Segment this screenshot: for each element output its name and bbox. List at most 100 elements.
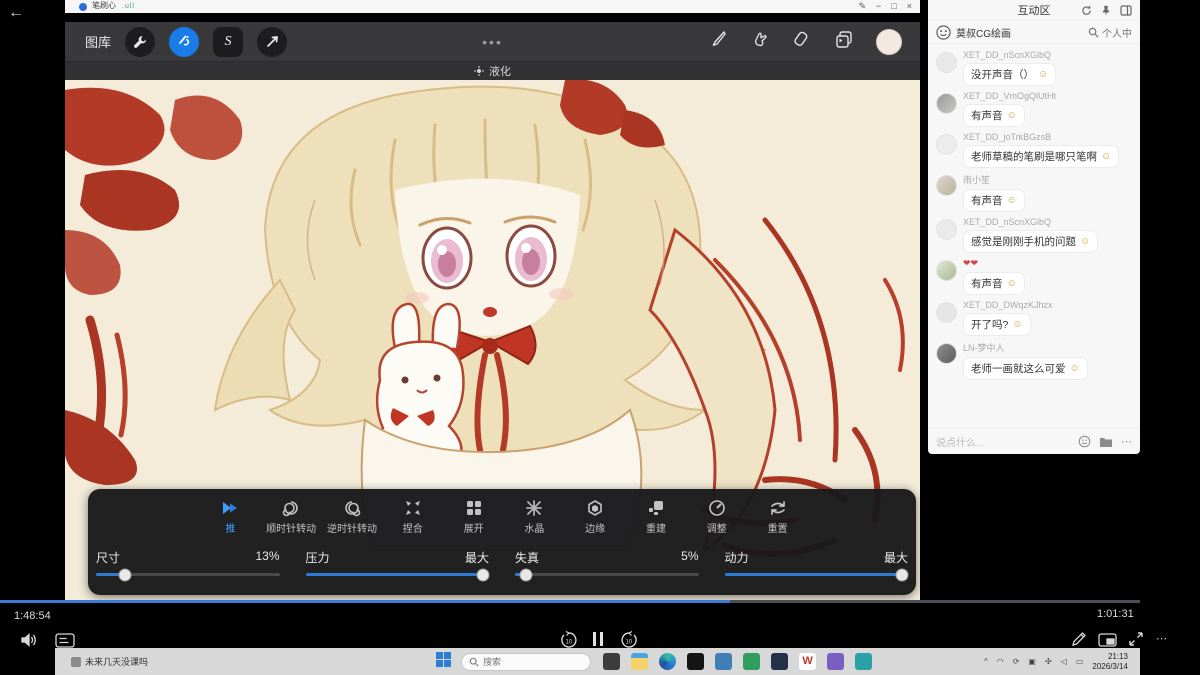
avatar[interactable] <box>936 343 957 364</box>
emoji-icon: ☺ <box>1012 319 1022 330</box>
mode-label: 液化 <box>489 63 511 79</box>
player-more-icon[interactable]: ⋯ <box>1156 632 1167 645</box>
avatar[interactable] <box>936 134 957 155</box>
back-arrow-icon[interactable]: ← <box>8 4 24 22</box>
color-swatch[interactable] <box>876 29 902 55</box>
slider-label: 尺寸 <box>96 549 120 566</box>
purple-app-icon[interactable] <box>827 653 844 670</box>
profile-link[interactable]: 个人中 <box>1102 25 1132 40</box>
tray-shield-icon[interactable]: ▣ <box>1028 657 1036 666</box>
chat-message: XET_DD_DWqzKJhzx开了吗?☺ <box>936 300 1132 336</box>
chat-message-list[interactable]: XET_DD_nScnXGlbQ没开声音（）☺ XET_DD_VmOgQlUtH… <box>928 44 1140 428</box>
task-view-icon[interactable] <box>603 653 620 670</box>
tray-expand-icon[interactable]: ^ <box>984 657 988 666</box>
channel-row: 莫叔CG绘画 个人中 <box>928 21 1140 44</box>
app-logo-icon <box>79 3 87 11</box>
taskbar-search-input[interactable]: 搜索 <box>461 653 591 671</box>
actions-wrench-icon[interactable] <box>125 27 155 57</box>
teal-app-icon[interactable] <box>855 653 872 670</box>
black-app-icon[interactable] <box>687 653 704 670</box>
video-progress-bar[interactable] <box>0 600 1140 603</box>
refresh-icon[interactable] <box>1081 5 1092 16</box>
tray-update-icon[interactable]: ⟳ <box>1013 657 1020 666</box>
minimize-button[interactable]: − <box>876 1 881 12</box>
chat-message: XET_DD_VmOgQlUtHt有声音☺ <box>936 91 1132 127</box>
slider-value: 13% <box>255 549 279 566</box>
slider-distortion: 失真5% <box>515 549 699 576</box>
chat-more-icon[interactable]: ⋯ <box>1121 435 1132 448</box>
selection-icon[interactable]: S <box>213 27 243 57</box>
slider-track[interactable] <box>515 573 699 576</box>
toolbar-more-icon[interactable]: ••• <box>482 34 503 50</box>
liquify-tool-push[interactable]: 推 <box>200 499 261 535</box>
taskbar-clock[interactable]: 21:13 2026/3/14 <box>1092 652 1128 672</box>
edge-hexagon-icon <box>586 499 604 517</box>
liquify-tool-cw[interactable]: 顺时针转动 <box>261 499 322 535</box>
maximize-button[interactable]: □ <box>891 1 896 12</box>
mode-icon <box>474 66 484 76</box>
slider-track[interactable] <box>96 573 280 576</box>
tray-bluetooth-icon[interactable]: ✣ <box>1045 657 1052 666</box>
chat-message: LN-梦中人老师一画就这么可爱☺ <box>936 341 1132 380</box>
paint-app-toolbar: 图库 S ••• <box>65 22 920 62</box>
tray-battery-icon[interactable]: ▭ <box>1076 657 1084 666</box>
chat-header: 互动区 <box>928 0 1140 21</box>
liquify-mode-banner: 液化 <box>65 62 920 80</box>
avatar[interactable] <box>936 302 957 323</box>
chat-message: ❤❤有声音☺ <box>936 258 1132 295</box>
slider-thumb[interactable] <box>520 568 533 581</box>
blue-app-icon[interactable] <box>715 653 732 670</box>
volume-icon[interactable] <box>20 632 38 653</box>
brush-icon[interactable] <box>708 29 728 54</box>
liquify-tool-crystal[interactable]: 水晶 <box>504 499 565 535</box>
liquify-tool-edge[interactable]: 边缘 <box>565 499 626 535</box>
liquify-tool-adjust[interactable]: 调整 <box>686 499 747 535</box>
gallery-button[interactable]: 图库 <box>85 32 111 51</box>
wps-app-icon[interactable]: W <box>799 653 816 670</box>
slider-label: 压力 <box>306 549 330 566</box>
pin-icon[interactable] <box>1101 5 1111 16</box>
emoji-picker-icon[interactable] <box>1078 435 1091 448</box>
tray-network-icon[interactable]: ◠ <box>997 657 1004 666</box>
slider-thumb[interactable] <box>896 568 909 581</box>
pause-button[interactable] <box>593 632 603 646</box>
layers-icon[interactable] <box>834 29 854 54</box>
slider-thumb[interactable] <box>119 568 132 581</box>
avatar[interactable] <box>936 260 957 281</box>
avatar[interactable] <box>936 219 957 240</box>
slider-track[interactable] <box>306 573 490 576</box>
chat-input[interactable]: 说点什么... <box>936 434 1070 449</box>
slider-value: 最大 <box>465 549 489 566</box>
edge-browser-icon[interactable] <box>659 653 676 670</box>
folder-icon[interactable] <box>1099 436 1113 448</box>
file-explorer-icon[interactable] <box>631 653 648 670</box>
eraser-icon[interactable] <box>792 29 812 54</box>
slider-track[interactable] <box>725 573 909 576</box>
adjustments-wand-icon[interactable] <box>169 27 199 57</box>
slider-thumb[interactable] <box>477 568 490 581</box>
avatar[interactable] <box>936 52 957 73</box>
panel-layout-icon[interactable] <box>1120 5 1132 16</box>
dark-app-icon[interactable] <box>771 653 788 670</box>
smudge-icon[interactable] <box>750 29 770 54</box>
avatar[interactable] <box>936 93 957 114</box>
liquify-tool-reconstruct[interactable]: 重建 <box>626 499 687 535</box>
liquify-tool-reset[interactable]: 重置 <box>747 499 808 535</box>
slider-size: 尺寸 13% <box>96 549 280 576</box>
start-button[interactable] <box>436 652 451 672</box>
liquify-tool-ccw[interactable]: 逆时针转动 <box>322 499 383 535</box>
avatar[interactable] <box>936 175 957 196</box>
remaining-time: 1:01:31 <box>1097 608 1134 620</box>
windows-taskbar: 未来几天没课吗 搜索 W ^ ◠ ⟳ ▣ ✣ ◁ ▭ <box>55 648 1140 675</box>
liquify-tool-pinch[interactable]: 捏合 <box>382 499 443 535</box>
green-app-icon[interactable] <box>743 653 760 670</box>
close-button[interactable]: × <box>907 1 912 12</box>
transform-arrow-icon[interactable] <box>257 27 287 57</box>
tray-volume-icon[interactable]: ◁ <box>1061 657 1067 666</box>
annotate-icon[interactable]: ✎ <box>858 1 866 12</box>
taskbar-window-item[interactable]: 未来几天没课吗 <box>71 655 148 668</box>
liquify-tool-expand[interactable]: 展开 <box>443 499 504 535</box>
search-icon[interactable] <box>1088 27 1099 38</box>
push-icon <box>220 499 240 517</box>
clockwise-spiral-icon <box>282 499 300 517</box>
